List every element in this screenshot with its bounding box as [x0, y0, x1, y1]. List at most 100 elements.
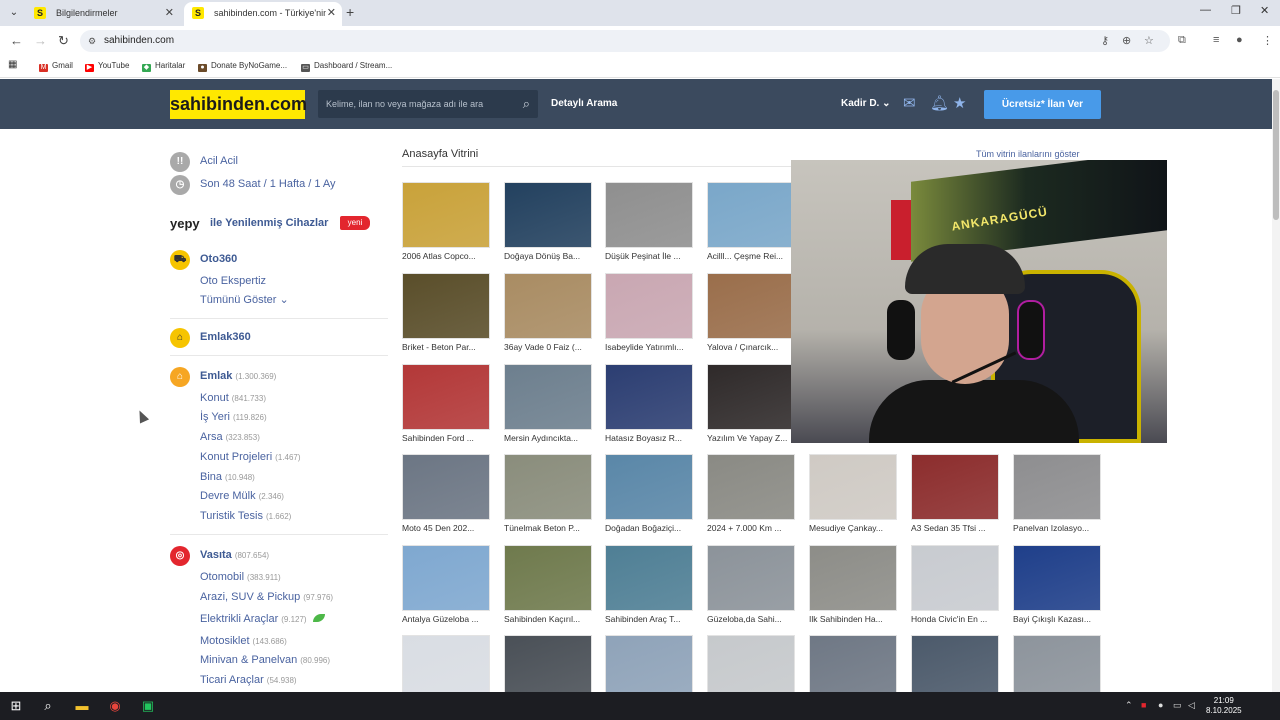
listing-thumbnail[interactable] [402, 545, 490, 611]
bookmark-gmail[interactable]: M Gmail [39, 61, 73, 72]
listing-caption[interactable]: 2024 + 7.000 Km ... [707, 523, 799, 533]
listing-thumbnail[interactable] [402, 454, 490, 520]
listing-thumbnail[interactable] [707, 454, 795, 520]
oto360-link[interactable]: Oto360 [200, 253, 237, 265]
listing-thumbnail[interactable] [605, 364, 693, 430]
listing-caption[interactable]: Hatasız Boyasız R... [605, 433, 697, 443]
close-tab-icon[interactable]: ✕ [165, 2, 174, 24]
category-vasita[interactable]: Vasıta (807.654) [200, 549, 269, 561]
listing-card[interactable]: 2024 + 7.000 Km ... [707, 454, 797, 538]
listing-card[interactable]: Sahibinden Ford ... [402, 364, 492, 448]
profile-avatar-icon[interactable]: ● [1236, 34, 1243, 46]
listing-thumbnail[interactable] [707, 364, 795, 430]
listing-caption[interactable]: Güzeloba,da Sahi... [707, 614, 799, 624]
listing-card[interactable]: Ilk Sahibinden Ha... [809, 545, 899, 629]
urgent-link[interactable]: Acil Acil [200, 155, 238, 167]
close-window-icon[interactable]: ✕ [1260, 4, 1269, 17]
listing-thumbnail[interactable] [605, 273, 693, 339]
listing-card[interactable]: Honda Civic'in En ... [911, 545, 1001, 629]
clock[interactable]: 21:09 8.10.2025 [1206, 696, 1242, 716]
listing-thumbnail[interactable] [605, 182, 693, 248]
listing-caption[interactable]: Honda Civic'in En ... [911, 614, 1003, 624]
listing-card[interactable]: Düşük Peşinat İle ... [605, 182, 695, 266]
showcase-show-all-link[interactable]: Tüm vitrin ilanlarını göster [976, 149, 1080, 159]
tab-bilgilendirmeler[interactable]: S Bilgilendirmeler ✕ [26, 2, 180, 26]
microphone-icon[interactable]: ● [1158, 700, 1163, 710]
listing-caption[interactable]: Isabeylide Yatırımlı... [605, 342, 697, 352]
listing-thumbnail[interactable] [504, 364, 592, 430]
listing-card[interactable]: Doğadan Boğaziçi... [605, 454, 695, 538]
windows-start-icon[interactable]: ⊞ [7, 697, 25, 715]
listing-thumbnail[interactable] [504, 182, 592, 248]
listing-caption[interactable]: Yalova / Çınarcık... [707, 342, 799, 352]
listing-card[interactable]: Bayi Çıkışlı Kazası... [1013, 545, 1103, 629]
listing-card[interactable]: Güzeloba,da Sahi... [707, 545, 797, 629]
listing-card[interactable]: Isabeylide Yatırımlı... [605, 273, 695, 357]
minimize-icon[interactable]: — [1200, 4, 1211, 16]
listing-caption[interactable]: Yazılım Ve Yapay Z... [707, 433, 799, 443]
subcategory-elektrikli[interactable]: Elektrikli Araçlar (9.127) [200, 613, 325, 625]
listing-card[interactable]: Briket - Beton Par... [402, 273, 492, 357]
listing-card[interactable]: Acilll... Çeşme Rei... [707, 182, 797, 266]
bookmark-donate[interactable]: ● Donate ByNoGame... [198, 61, 287, 72]
bookmark-haritalar[interactable]: ◆ Haritalar [142, 61, 185, 72]
listing-card[interactable]: 36ay Vade 0 Faiz (... [504, 273, 594, 357]
site-info-icon[interactable]: ⚙ [88, 30, 96, 52]
listing-card[interactable]: Doğaya Dönüş Ba... [504, 182, 594, 266]
listing-caption[interactable]: Mersin Aydıncıkta... [504, 433, 596, 443]
listing-thumbnail[interactable] [402, 273, 490, 339]
extensions-icon[interactable]: ⧉ [1178, 34, 1186, 47]
search-icon[interactable]: ⌕ [39, 697, 57, 715]
listing-card[interactable]: Yalova / Çınarcık... [707, 273, 797, 357]
listing-caption[interactable]: Düşük Peşinat İle ... [605, 251, 697, 261]
bookmark-star-icon[interactable]: ☆ [1144, 34, 1154, 47]
emlak360-link[interactable]: Emlak360 [200, 331, 251, 343]
subcategory-bina[interactable]: Bina (10.948) [200, 471, 255, 483]
subcategory-otomobil[interactable]: Otomobil (383.911) [200, 571, 281, 583]
notification-bell-icon[interactable]: 🔔︎ [930, 94, 949, 112]
subcategory-ticari[interactable]: Ticari Araçlar (54.938) [200, 674, 297, 686]
listing-card[interactable]: 2006 Atlas Copco... [402, 182, 492, 266]
zoom-icon[interactable]: ⊕ [1122, 34, 1131, 47]
subcategory-motosiklet[interactable]: Motosiklet (143.686) [200, 635, 287, 647]
restore-icon[interactable]: ❐ [1231, 4, 1241, 17]
listing-caption[interactable]: 36ay Vade 0 Faiz (... [504, 342, 596, 352]
listing-thumbnail[interactable] [402, 182, 490, 248]
subcategory-arazi-suv[interactable]: Arazi, SUV & Pickup (97.976) [200, 591, 333, 603]
back-arrow-icon[interactable]: ← [10, 33, 23, 48]
listing-thumbnail[interactable] [1013, 545, 1101, 611]
subcategory-devre-mulk[interactable]: Devre Mülk (2.346) [200, 490, 284, 502]
listing-caption[interactable]: Antalya Güzeloba ... [402, 614, 494, 624]
listing-caption[interactable]: Sahibinden Araç T... [605, 614, 697, 624]
listing-caption[interactable]: 2006 Atlas Copco... [402, 251, 494, 261]
media-icon[interactable]: ≡ [1213, 34, 1219, 46]
close-tab-icon[interactable]: ✕ [327, 2, 336, 24]
show-all-link[interactable]: Tümünü Göster ⌄ [200, 293, 289, 306]
listing-thumbnail[interactable] [605, 454, 693, 520]
listing-thumbnail[interactable] [707, 545, 795, 611]
subcategory-konut-projeleri[interactable]: Konut Projeleri (1.467) [200, 451, 301, 463]
listing-caption[interactable]: Tünelmak Beton P... [504, 523, 596, 533]
file-explorer-icon[interactable]: ▬ [73, 697, 91, 715]
subcategory-turistik-tesis[interactable]: Turistik Tesis (1.662) [200, 510, 291, 522]
listing-card[interactable]: Antalya Güzeloba ... [402, 545, 492, 629]
favorites-star-icon[interactable]: ★ [953, 94, 966, 112]
post-ad-button[interactable]: Ücretsiz* İlan Ver [984, 90, 1101, 119]
scrollbar-thumb[interactable] [1273, 90, 1279, 220]
listing-caption[interactable]: Moto 45 Den 202... [402, 523, 494, 533]
forward-arrow-icon[interactable]: → [34, 33, 47, 48]
oto-ekspertiz-link[interactable]: Oto Ekspertiz [200, 275, 266, 287]
listing-card[interactable]: Sahibinden Kaçırıl... [504, 545, 594, 629]
listing-caption[interactable]: Ilk Sahibinden Ha... [809, 614, 901, 624]
password-key-icon[interactable]: ⚷ [1101, 34, 1109, 47]
listing-caption[interactable]: Briket - Beton Par... [402, 342, 494, 352]
listing-caption[interactable]: Sahibinden Ford ... [402, 433, 494, 443]
category-emlak[interactable]: Emlak (1.300.369) [200, 370, 276, 382]
reload-icon[interactable]: ↻ [58, 33, 69, 49]
listing-card[interactable]: Sahibinden Araç T... [605, 545, 695, 629]
listing-thumbnail[interactable] [809, 454, 897, 520]
listing-caption[interactable]: Mesudiye Çankay... [809, 523, 901, 533]
messages-icon[interactable]: ✉ [903, 94, 916, 112]
volume-icon[interactable]: ◁ [1188, 700, 1195, 711]
listing-thumbnail[interactable] [809, 545, 897, 611]
